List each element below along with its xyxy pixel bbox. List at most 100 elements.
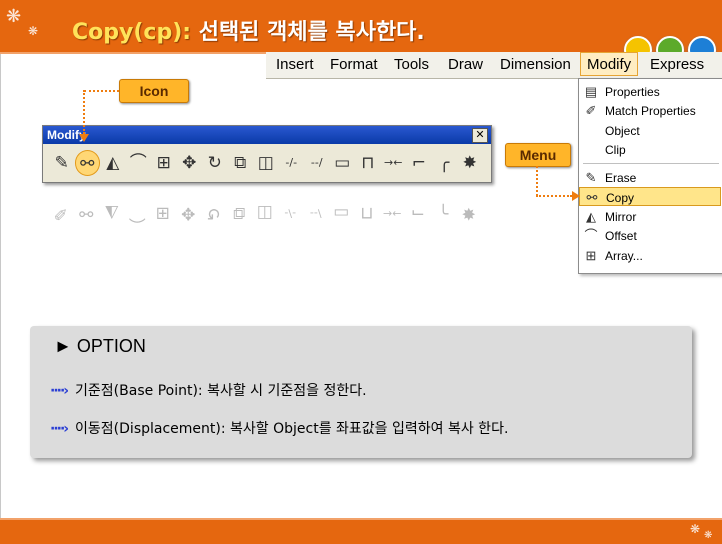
option-panel: ► OPTION ····› 기준점(Base Point): 복사할 시 기준점… <box>30 326 692 458</box>
snowflake-decoration-icon: ❋ <box>6 6 22 27</box>
break-icon[interactable]: ⊓ <box>355 150 381 176</box>
menu-item-label: Offset <box>605 229 637 243</box>
icon-callout-arrow <box>79 134 89 142</box>
explode-icon: ✸ <box>461 203 476 223</box>
offset-icon: ⌒ <box>128 203 146 223</box>
scale-icon[interactable]: ⧉ <box>228 150 254 176</box>
fillet-icon: ╭ <box>438 203 449 223</box>
chamfer-icon[interactable]: ⌐ <box>406 150 432 176</box>
trim-icon[interactable]: -/- <box>279 150 305 176</box>
menu-item-object[interactable]: Object <box>579 121 721 140</box>
extend-icon[interactable]: --/ <box>304 150 330 176</box>
menu-tools[interactable]: Tools <box>394 56 429 73</box>
fillet-icon[interactable]: ╭ <box>432 150 458 176</box>
menu-item-label: Erase <box>605 171 637 185</box>
menu-dimension[interactable]: Dimension <box>500 56 571 73</box>
snowflake-decoration-icon: ❋ <box>28 24 39 38</box>
stretch-icon[interactable]: ◫ <box>253 150 279 176</box>
menu-item-label: Copy <box>606 191 635 205</box>
copy-icon: ⚯ <box>79 203 94 223</box>
option-item-displacement: ····› 이동점(Displacement): 복사할 Object를 좌표값을… <box>50 418 508 438</box>
icon-callout-connector <box>83 90 85 134</box>
copy-icon[interactable]: ⚯ <box>74 150 100 176</box>
erase-icon: ✎ <box>585 170 597 185</box>
break-icon: ⊓ <box>360 203 374 223</box>
join-icon: →← <box>383 207 402 220</box>
slide-title: Copy(cp): 선택된 객체를 복사한다. <box>72 14 425 46</box>
snowflake-decoration-icon: ❋ <box>690 522 701 536</box>
menu-separator <box>583 163 719 164</box>
break-at-point-icon[interactable]: ▭ <box>330 150 356 176</box>
erase-icon: ✎ <box>53 203 68 223</box>
menu-item-clip[interactable]: Clip <box>579 140 721 159</box>
menu-format[interactable]: Format <box>330 56 378 73</box>
mirror-icon[interactable]: ◭ <box>100 150 126 176</box>
modify-toolbar: Modify ✕ ✎ ⚯ ◭ ⌒ ⊞ ✥ ↻ ⧉ ◫ -/- --/▭ ⊓ →← ⌐ ╭ ✸ <box>42 125 492 183</box>
mirror-icon: ◭ <box>105 203 119 223</box>
array-icon[interactable]: ⊞ <box>151 150 177 176</box>
option-title: ► OPTION <box>54 336 146 356</box>
menu-item-array[interactable]: ⊞ Array... <box>579 246 721 265</box>
menu-modify[interactable]: Modify <box>580 52 639 76</box>
erase-icon[interactable]: ✎ <box>49 150 75 176</box>
toolbar-titlebar[interactable]: Modify ✕ <box>43 126 491 144</box>
option-text: 이동점(Displacement): 복사할 Object를 좌표값을 입력하여… <box>75 421 509 437</box>
trim-icon: -/- <box>284 207 297 220</box>
menu-item-properties[interactable]: ▤ Properties <box>579 82 721 101</box>
menu-item-label: Array... <box>605 249 643 263</box>
icon-callout: Icon <box>119 79 189 103</box>
move-icon[interactable]: ✥ <box>177 150 203 176</box>
dotted-arrow-icon: ····› <box>50 421 69 437</box>
extend-icon: --/ <box>309 207 322 220</box>
scale-icon: ⧉ <box>233 203 246 223</box>
toolbar-icon-row: ✎ ⚯ ◭ ⌒ ⊞ ✥ ↻ ⧉ ◫ -/- --/▭ ⊓ →← ⌐ ╭ ✸ <box>49 150 483 176</box>
slide-title-prefix: Copy(cp): <box>72 20 192 45</box>
menu-item-label: Properties <box>605 85 660 99</box>
rotate-icon[interactable]: ↻ <box>202 150 228 176</box>
menu-item-offset[interactable]: ⌒ Offset <box>579 226 721 245</box>
properties-icon: ▤ <box>584 84 598 99</box>
menu-item-erase[interactable]: ✎ Erase <box>579 168 721 187</box>
menu-insert[interactable]: Insert <box>276 56 314 73</box>
menu-item-copy[interactable]: ⚯ Copy <box>579 187 721 206</box>
menu-callout-connector <box>536 166 538 196</box>
toolbar-icon-row-reflection: ✎ ⚯ ◭ ⌒ ⊞ ✥ ↻ ⧉ ◫ -/- --/ ▭ ⊓ →← ⌐ ╭ ✸ <box>48 200 482 226</box>
menu-item-label: Object <box>605 124 640 138</box>
array-icon: ⊞ <box>585 248 597 263</box>
move-icon: ✥ <box>181 203 196 223</box>
menu-item-mirror[interactable]: ◭ Mirror <box>579 207 721 226</box>
menu-item-label: Match Properties <box>605 104 696 118</box>
toolbar-reflection: ✎ ⚯ ◭ ⌒ ⊞ ✥ ↻ ⧉ ◫ -/- --/ ▭ ⊓ →← ⌐ ╭ ✸ <box>42 186 490 232</box>
rotate-icon: ↻ <box>206 203 221 223</box>
dotted-arrow-icon: ····› <box>50 383 69 399</box>
modify-dropdown-menu: ▤ Properties ✐ Match Properties Object C… <box>578 78 722 274</box>
snowflake-decoration-icon: ❋ <box>704 530 713 541</box>
slide-footer <box>0 520 722 544</box>
offset-icon: ⌒ <box>584 228 598 243</box>
chamfer-icon: ⌐ <box>410 203 425 223</box>
menu-callout: Menu <box>505 143 571 167</box>
slide-title-text: 선택된 객체를 복사한다. <box>191 20 425 45</box>
match-properties-icon: ✐ <box>585 103 597 118</box>
left-border <box>0 54 1 518</box>
array-icon: ⊞ <box>155 203 170 223</box>
join-icon[interactable]: →← <box>381 150 407 176</box>
offset-icon[interactable]: ⌒ <box>126 150 152 176</box>
menu-callout-arrow <box>572 191 580 201</box>
icon-callout-connector <box>84 90 119 92</box>
option-text: 기준점(Base Point): 복사할 시 기준점을 정한다. <box>75 383 367 399</box>
copy-icon: ⚯ <box>586 190 598 205</box>
explode-icon[interactable]: ✸ <box>457 150 483 176</box>
toolbar-close-button[interactable]: ✕ <box>472 128 488 143</box>
stretch-icon: ◫ <box>256 203 273 223</box>
menu-draw[interactable]: Draw <box>448 56 483 73</box>
autocad-menubar: Insert Format Tools Draw Dimension Modif… <box>266 52 722 79</box>
menu-item-match-properties[interactable]: ✐ Match Properties <box>579 101 721 120</box>
option-item-base-point: ····› 기준점(Base Point): 복사할 시 기준점을 정한다. <box>50 380 367 400</box>
break-at-point-icon: ▭ <box>333 203 350 223</box>
menu-item-label: Mirror <box>605 210 637 224</box>
menu-express[interactable]: Express <box>650 56 704 73</box>
mirror-icon: ◭ <box>586 209 596 224</box>
menu-item-label: Clip <box>605 143 626 157</box>
menu-callout-connector <box>536 195 572 197</box>
